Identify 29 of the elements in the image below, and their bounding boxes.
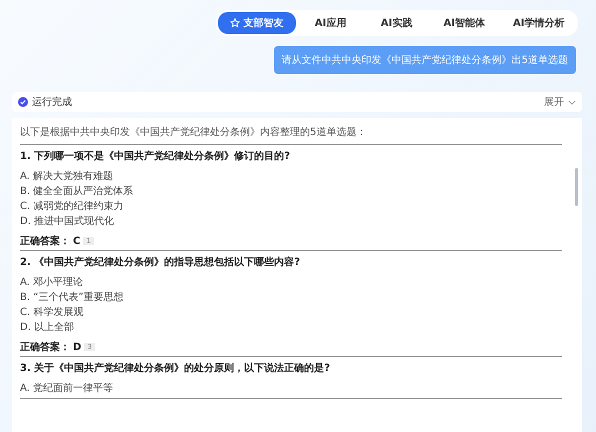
intro-text: 以下是根据中共中央印发《中国共产党纪律处分条例》内容整理的5道单选题： [20,123,562,145]
answer-value: D [73,342,82,352]
answer-option: D. 以上全部 [20,320,562,335]
answer-value: C [73,236,80,246]
tab[interactable]: AI学情分析 [501,12,576,34]
chevron-down-icon [568,100,576,104]
user-message: 请从文件中共中央印发《中国共产党纪律处分条例》出5道单选题 [274,46,576,74]
answer-label: 正确答案： [20,340,70,354]
answer-label: 正确答案： [20,234,70,248]
question-title: 1. 下列哪一项不是《中国共产党纪律处分条例》修订的目的? [20,150,292,163]
answer-option: A. 党纪面前一律平等 [20,381,562,396]
scrollbar[interactable] [575,168,578,206]
question-title: 3. 关于《中国共产党纪律处分条例》的处分原则，以下说法正确的是? [20,362,332,375]
answer-option: A. 解决大党独有难题 [20,169,562,184]
answer-option: C. 科学发展观 [20,305,562,320]
answer-option: A. 邓小平理论 [20,275,562,290]
tab[interactable]: AI应用 [300,12,362,34]
answer-option: B. “三个代表”重要思想 [20,290,562,305]
tab[interactable]: AI实践 [366,12,428,34]
tab[interactable]: AI智能体 [432,12,497,34]
answer-option: B. 健全全面从严治党体系 [20,184,562,199]
answer-option: D. 推进中国式现代化 [20,214,562,229]
tab[interactable]: 支部智友 [218,12,296,34]
status-label: 运行完成 [32,96,73,109]
answer-option: C. 减弱党的纪律约束力 [20,199,562,214]
expand-button[interactable]: 展开 [544,95,576,109]
star-icon [230,18,240,28]
check-icon [18,97,28,107]
question-title: 2. 《中国共产党纪律处分条例》的指导思想包括以下哪些内容? [20,255,302,269]
